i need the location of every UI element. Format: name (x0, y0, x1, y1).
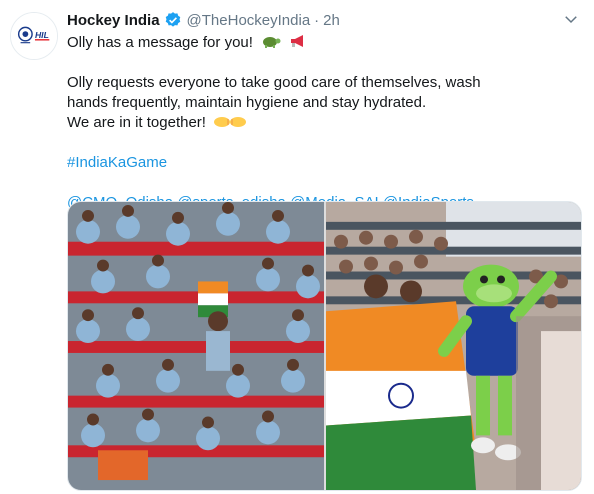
tweet-line: Olly has a message for you! (67, 33, 582, 53)
crowd-photo-image (68, 202, 324, 490)
mascot-photo-image (326, 202, 581, 490)
tweet-line: We are in it together! (67, 113, 582, 133)
tweet-timestamp[interactable]: 2h (323, 12, 340, 29)
tweet-text: Olly has a message for you! Olly request… (67, 33, 582, 213)
hockey-india-logo: HIL (11, 13, 57, 59)
hashtag-link[interactable]: #IndiaKaGame (67, 153, 582, 173)
tweet-line-3: hands frequently, maintain hygiene and s… (67, 94, 427, 111)
verified-badge-icon (164, 11, 182, 29)
mascot-photo[interactable] (326, 202, 581, 490)
profile-avatar[interactable]: HIL (10, 12, 58, 60)
crowd-photo[interactable] (68, 202, 324, 490)
turtle-emoji (260, 33, 282, 55)
author-name[interactable]: Hockey India (67, 12, 160, 29)
tweet-line-1: Olly has a message for you! (67, 34, 253, 51)
author-handle[interactable]: @TheHockeyIndia (187, 12, 311, 29)
chevron-down-icon[interactable] (562, 10, 580, 28)
tweet-header: Hockey India @TheHockeyIndia · 2h (67, 10, 340, 30)
fist-bump-emoji (213, 115, 247, 135)
tweet-media[interactable] (67, 201, 582, 491)
tweet-line-4: We are in it together! (67, 114, 206, 131)
tweet-line-2: Olly requests everyone to take good care… (67, 74, 481, 91)
tweet-card[interactable]: HIL Hockey India @TheHockeyIndia · 2h Ol… (0, 0, 594, 494)
avatar-logo-text: HIL (35, 30, 49, 40)
megaphone-emoji (289, 33, 307, 55)
separator-dot: · (314, 11, 320, 29)
